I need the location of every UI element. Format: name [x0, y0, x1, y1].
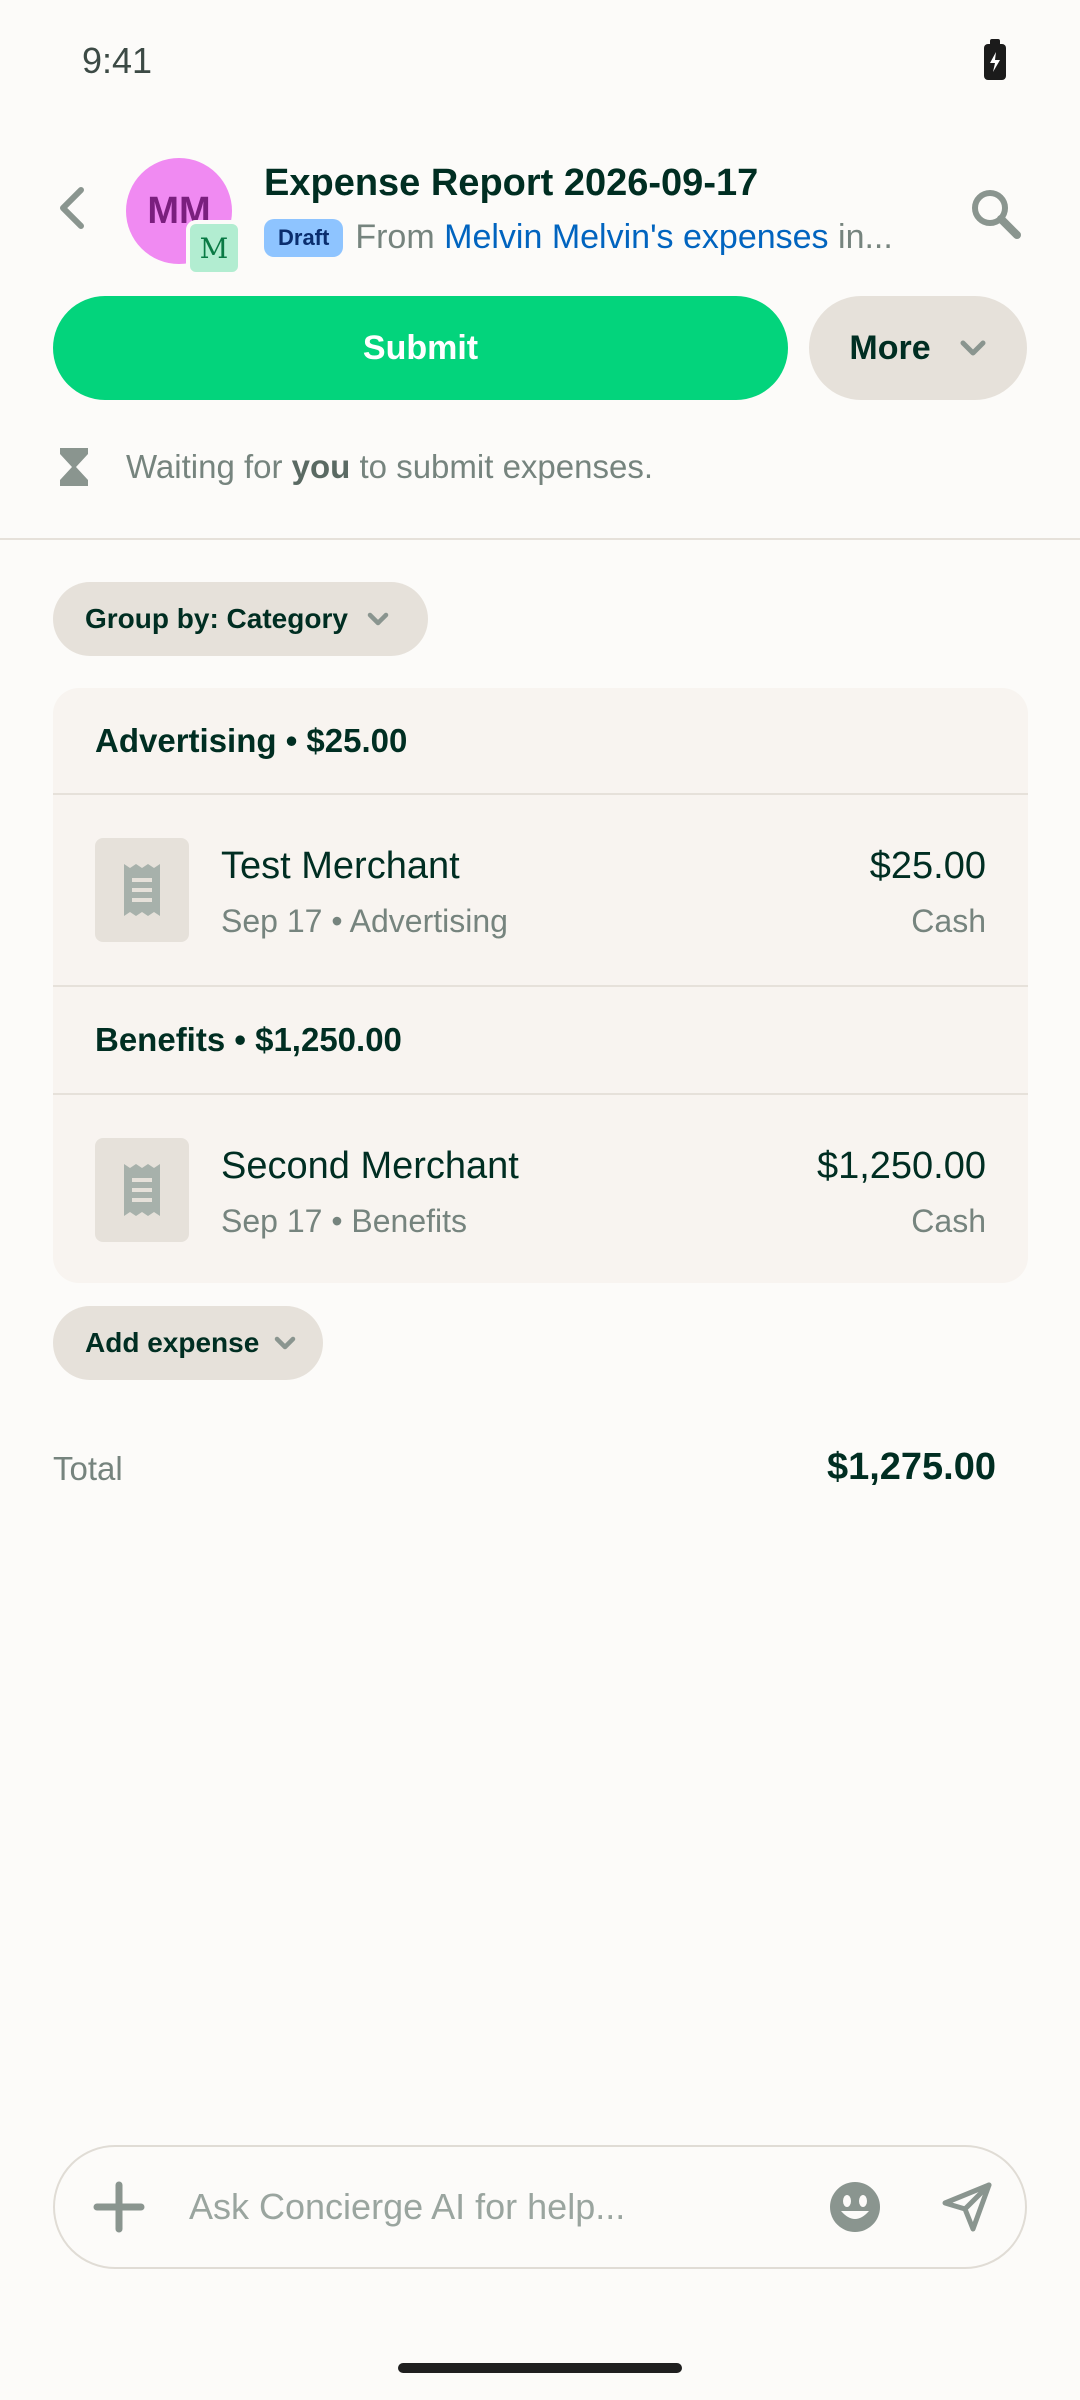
search-icon	[972, 190, 1021, 239]
more-button[interactable]: More	[809, 296, 1027, 400]
add-expense-label: Add expense	[85, 1327, 260, 1358]
search-button[interactable]	[966, 184, 1026, 244]
expense-row[interactable]: Second Merchant Sep 17 • Benefits $1,250…	[53, 1095, 1028, 1283]
report-status-message: Waiting for you to submit expenses.	[56, 446, 653, 488]
add-attachment-button[interactable]	[89, 2177, 149, 2237]
total-label: Total	[53, 1450, 123, 1487]
expense-row[interactable]: Test Merchant Sep 17 • Advertising $25.0…	[53, 795, 1028, 985]
hourglass-icon	[60, 448, 88, 486]
divider	[0, 538, 1080, 540]
home-indicator	[398, 2363, 682, 2373]
chevron-left-icon	[60, 187, 84, 229]
battery-charging-icon	[984, 39, 1006, 80]
more-label: More	[849, 328, 931, 367]
merchant-name: Test Merchant	[221, 845, 460, 887]
expense-amount: $1,250.00	[816, 1145, 986, 1187]
composer	[53, 2145, 1027, 2269]
waiting-suffix: to submit expenses.	[359, 448, 654, 485]
waiting-prefix: Waiting for	[126, 448, 283, 485]
add-expense-button[interactable]: Add expense	[53, 1306, 324, 1380]
chat-input[interactable]	[189, 2177, 829, 2237]
expense-amount: $25.00	[869, 845, 986, 887]
category-header: Benefits • $1,250.00	[95, 1021, 402, 1058]
emoji-icon	[830, 2182, 880, 2232]
receipt-icon	[95, 1138, 189, 1242]
submit-button[interactable]: Submit	[53, 296, 788, 400]
group-by-label: Group by: Category	[85, 603, 348, 634]
chevron-down-icon	[367, 612, 389, 626]
from-suffix: in...	[838, 218, 893, 256]
expense-meta: Sep 17 • Benefits	[221, 1203, 468, 1239]
receipt-icon	[95, 838, 189, 942]
send-icon	[942, 2182, 992, 2232]
payment-method: Cash	[911, 903, 986, 939]
expense-list: Advertising • $25.00 Test Merchant Sep 1…	[53, 688, 1028, 1283]
payment-method: Cash	[911, 1203, 986, 1239]
page-title: Expense Report 2026-09-17	[264, 162, 759, 204]
chevron-down-icon	[960, 340, 986, 356]
merchant-name: Second Merchant	[221, 1145, 519, 1187]
status-badge: Draft	[264, 218, 344, 257]
emoji-button[interactable]	[827, 2179, 883, 2235]
group-by-button[interactable]: Group by: Category	[53, 582, 428, 656]
total-amount: $1,275.00	[826, 1446, 996, 1488]
category-header: Advertising • $25.00	[95, 722, 408, 759]
expense-meta: Sep 17 • Advertising	[221, 903, 508, 939]
back-button[interactable]	[44, 180, 100, 236]
from-prefix: From	[355, 218, 435, 256]
chevron-down-icon	[275, 1336, 296, 1350]
workspace-avatar: M	[186, 220, 242, 276]
send-button[interactable]	[937, 2177, 997, 2237]
plus-icon	[93, 2181, 145, 2233]
waiting-emphasis: you	[291, 448, 351, 485]
report-subtitle: Draft From Melvin Melvin's expenses in..…	[264, 218, 904, 257]
workspace-link[interactable]: Melvin Melvin's expenses	[444, 218, 828, 256]
status-time: 9:41	[82, 40, 153, 81]
